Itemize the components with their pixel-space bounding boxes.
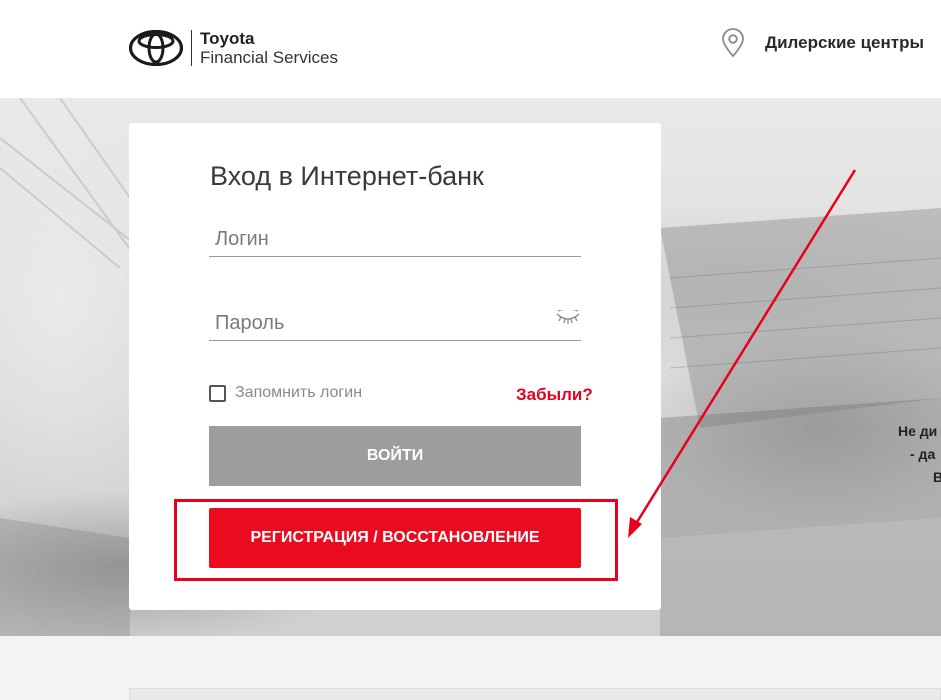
- map-pin-icon: [722, 28, 744, 58]
- login-field: [209, 217, 581, 257]
- hero-text-line: В: [933, 469, 941, 485]
- dealers-label: Дилерские центры: [765, 33, 924, 52]
- login-button[interactable]: ВОЙТИ: [209, 426, 581, 486]
- hero-side-text: Не ди - да В: [898, 420, 941, 489]
- toyota-logo[interactable]: Toyota Financial Services: [129, 29, 338, 67]
- logo-text: Toyota Financial Services: [200, 29, 338, 67]
- remember-checkbox[interactable]: [209, 384, 226, 402]
- hero-text-line: Не ди: [898, 423, 938, 439]
- remember-login[interactable]: Запомнить логин: [209, 384, 362, 402]
- password-input[interactable]: [215, 312, 545, 335]
- logo-subtitle: Financial Services: [200, 48, 338, 67]
- dealers-link[interactable]: Дилерские центры: [720, 28, 924, 58]
- remember-label: Запомнить логин: [235, 384, 363, 401]
- site-header: Toyota Financial Services Дилерские цент…: [0, 0, 941, 98]
- bottom-section: [129, 688, 941, 700]
- login-input[interactable]: [215, 228, 545, 251]
- hero-text-line: - да: [910, 446, 936, 462]
- toyota-emblem-icon: [129, 30, 183, 66]
- password-field: [209, 301, 581, 341]
- forgot-link[interactable]: Забыли?: [516, 385, 593, 405]
- logo-divider: [191, 30, 192, 66]
- logo-brand: Toyota: [200, 29, 255, 48]
- annotation-highlight-box: [174, 499, 618, 581]
- eye-closed-icon[interactable]: [555, 310, 581, 326]
- login-title: Вход в Интернет-банк: [210, 161, 484, 191]
